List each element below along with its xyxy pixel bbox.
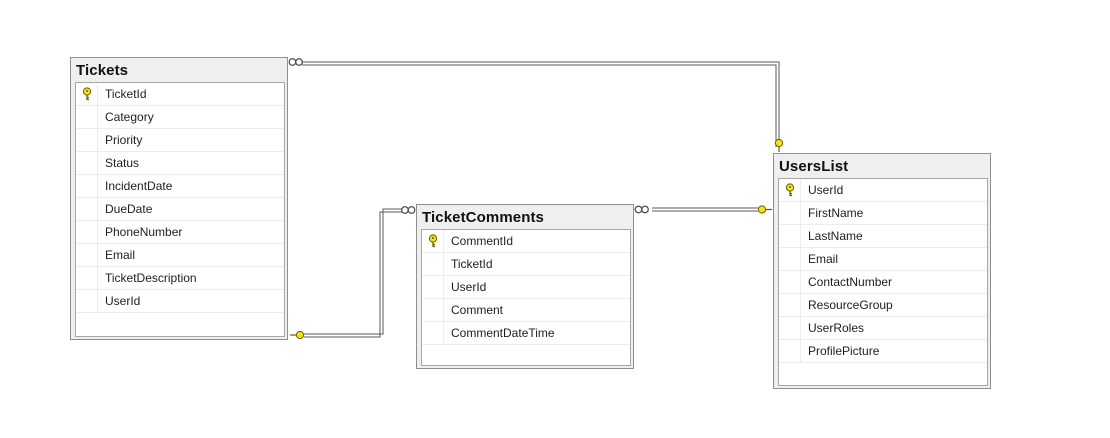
ticketcomments-table[interactable]: TicketComments CommentId TicketId UserId Co… [416,204,634,369]
column-row[interactable]: ContactNumber [779,271,987,294]
column-row[interactable]: Category [76,106,284,129]
column-name: ProfilePicture [808,344,880,358]
row-selector[interactable] [779,202,801,224]
row-selector[interactable] [779,294,801,316]
diagram-canvas: Tickets TicketId Category Priority Status In… [0,0,1110,438]
ticketcomments-column-grid: CommentId TicketId UserId Comment CommentDat… [421,229,631,366]
row-selector[interactable] [422,299,444,321]
column-name: PhoneNumber [105,225,183,239]
primary-key-icon [785,183,795,197]
ticketcomments-table-title[interactable]: TicketComments [422,209,544,226]
column-name: ContactNumber [808,275,893,289]
row-selector[interactable] [76,198,98,220]
column-name: Category [105,110,154,124]
column-row[interactable]: UserId [422,276,630,299]
row-selector[interactable] [422,322,444,344]
column-name: CommentDateTime [451,326,555,340]
column-row[interactable]: Priority [76,129,284,152]
primary-key-icon [82,87,92,101]
column-name: DueDate [105,202,153,216]
column-name: ResourceGroup [808,298,893,312]
column-name: Status [105,156,140,170]
column-name: Email [105,248,136,262]
column-row[interactable]: CommentId [422,230,630,253]
column-name: UserRoles [808,321,865,335]
column-row[interactable]: IncidentDate [76,175,284,198]
row-selector[interactable] [779,248,801,270]
column-row[interactable]: PhoneNumber [76,221,284,244]
column-name: Email [808,252,839,266]
tickets-column-grid: TicketId Category Priority Status IncidentDa… [75,82,285,337]
column-name: Priority [105,133,143,147]
row-selector[interactable] [76,83,98,105]
column-name: LastName [808,229,863,243]
column-row[interactable]: UserId [76,290,284,313]
column-name: IncidentDate [105,179,173,193]
column-row[interactable]: LastName [779,225,987,248]
column-row[interactable]: TicketDescription [76,267,284,290]
row-selector[interactable] [779,271,801,293]
column-row[interactable]: CommentDateTime [422,322,630,345]
column-name: UserId [808,183,844,197]
column-row[interactable]: TicketId [422,253,630,276]
key-icon [290,330,305,340]
column-row[interactable]: Email [779,248,987,271]
column-row[interactable]: ProfilePicture [779,340,987,363]
column-row[interactable]: ResourceGroup [779,294,987,317]
tickets-table-title[interactable]: Tickets [76,62,128,79]
row-selector[interactable] [422,253,444,275]
column-row[interactable]: Status [76,152,284,175]
column-name: TicketDescription [105,271,197,285]
row-selector[interactable] [76,129,98,151]
row-selector[interactable] [779,179,801,201]
infinity-icon [288,58,303,66]
column-row[interactable]: UserRoles [779,317,987,340]
column-name: UserId [105,294,141,308]
column-name: TicketId [451,257,493,271]
column-row[interactable]: DueDate [76,198,284,221]
key-icon [757,205,772,214]
infinity-icon [401,206,416,214]
userslist-column-grid: UserId FirstName LastName Email ContactNumbe… [778,178,988,386]
row-selector[interactable] [76,267,98,289]
column-row[interactable]: Comment [422,299,630,322]
column-row[interactable]: UserId [779,179,987,202]
row-selector[interactable] [422,276,444,298]
row-selector[interactable] [779,340,801,362]
userslist-table[interactable]: UsersList UserId FirstName LastName Email Co… [773,153,991,389]
tickets-table[interactable]: Tickets TicketId Category Priority Status In… [70,57,288,340]
row-selector[interactable] [76,152,98,174]
column-name: UserId [451,280,487,294]
column-name: CommentId [451,234,514,248]
relationship-tickets-userslist[interactable] [288,58,784,152]
row-selector[interactable] [779,225,801,247]
primary-key-icon [428,234,438,248]
column-name: FirstName [808,206,864,220]
row-selector[interactable] [76,244,98,266]
column-name: TicketId [105,87,147,101]
key-icon [774,138,784,152]
column-row[interactable]: Email [76,244,284,267]
column-row[interactable]: FirstName [779,202,987,225]
row-selector[interactable] [779,317,801,339]
userslist-table-title[interactable]: UsersList [779,158,848,175]
row-selector[interactable] [76,221,98,243]
row-selector[interactable] [76,290,98,312]
relationship-tickets-ticketcomments[interactable] [290,206,416,340]
row-selector[interactable] [76,175,98,197]
column-name: Comment [451,303,504,317]
row-selector[interactable] [422,230,444,252]
column-row[interactable]: TicketId [76,83,284,106]
relationship-ticketcomments-userslist[interactable] [634,205,772,214]
row-selector[interactable] [76,106,98,128]
infinity-icon [634,205,649,214]
